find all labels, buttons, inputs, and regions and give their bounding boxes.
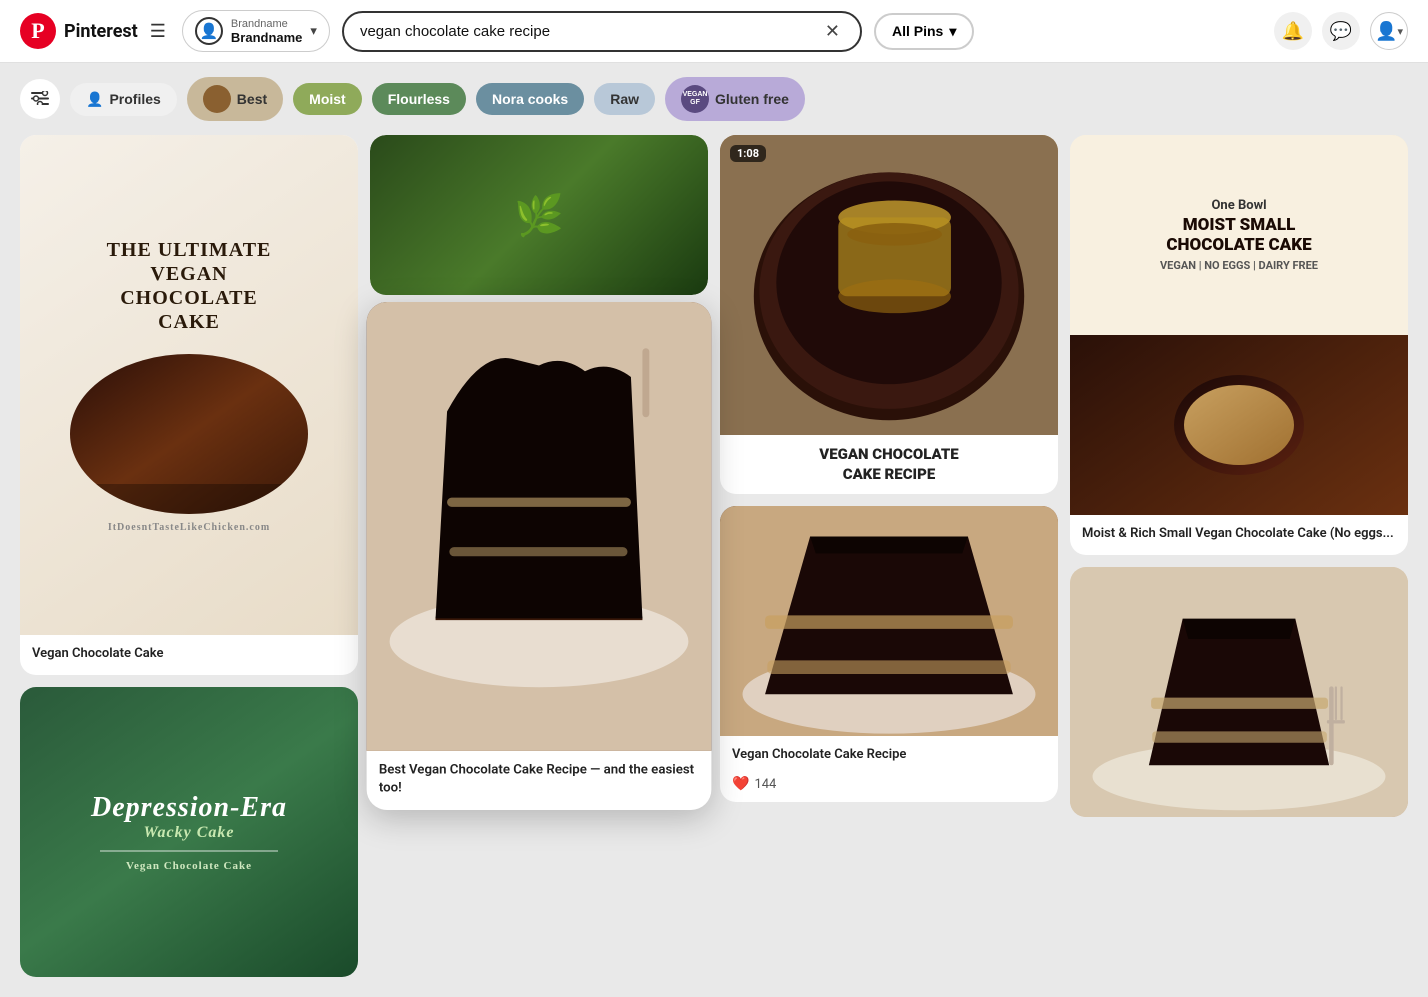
notifications-button[interactable]: 🔔 xyxy=(1274,12,1312,50)
search-input[interactable] xyxy=(360,23,825,40)
filter-bar: 👤 Profiles Best Moist Flourless Nora coo… xyxy=(0,63,1428,135)
account-icon: 👤 xyxy=(195,17,223,45)
pin-likes-6: ❤️ 144 xyxy=(720,776,1058,802)
logo-area: P Pinterest ☰ xyxy=(20,13,170,49)
pin-caption-1: Vegan Chocolate Cake xyxy=(20,635,358,675)
chevron-down-icon: ▾ xyxy=(949,23,956,40)
chip-best[interactable]: Best xyxy=(187,77,283,121)
pin-card-1[interactable]: THE ULTIMATEVEGANCHOCOLATECAKE ItDoesntT… xyxy=(20,135,358,675)
pin-card-5[interactable]: Depression-Era Wacky Cake Vegan Chocolat… xyxy=(20,687,358,977)
like-count: 144 xyxy=(754,777,776,792)
chevron-down-icon: ▾ xyxy=(310,23,317,39)
bell-icon: 🔔 xyxy=(1282,21,1304,42)
account-button[interactable]: 👤 Brandname Brandname ▾ xyxy=(182,10,330,52)
heart-icon: ❤️ xyxy=(732,776,749,792)
pins-grid: THE ULTIMATEVEGANCHOCOLATECAKE ItDoesntT… xyxy=(0,135,1428,997)
pin-caption-3: VEGAN CHOCOLATECAKE RECIPE xyxy=(720,435,1058,494)
search-bar: ✕ xyxy=(342,11,862,52)
video-time-badge: 1:08 xyxy=(730,145,766,162)
chevron-down-icon: ▾ xyxy=(1397,25,1403,38)
header-icons: 🔔 💬 👤 ▾ xyxy=(1274,12,1408,50)
pin-image-1: THE ULTIMATEVEGANCHOCOLATECAKE ItDoesntT… xyxy=(20,135,358,635)
pin-card-2[interactable]: Best Vegan Chocolate Cake Recipe — and t… xyxy=(367,302,712,810)
account-label-top: Brandname xyxy=(231,18,288,30)
pin-image-6 xyxy=(720,506,1058,736)
pin-image-7 xyxy=(1070,567,1408,817)
user-avatar-button[interactable]: 👤 ▾ xyxy=(1370,12,1408,50)
pin-card-3[interactable]: 1:08 VEGAN CHOCOLATECAKE RECIPE xyxy=(720,135,1058,494)
pin-image-4: One Bowl MOIST SMALLCHOCOLATE CAKE VEGAN… xyxy=(1070,135,1408,515)
user-icon: 👤 xyxy=(1375,21,1397,42)
pinterest-logo[interactable]: P xyxy=(20,13,56,49)
logo-text: Pinterest xyxy=(64,21,138,42)
chip-flourless[interactable]: Flourless xyxy=(372,83,466,115)
chip-profiles[interactable]: 👤 Profiles xyxy=(70,83,177,116)
pin-card-6[interactable]: Vegan Chocolate Cake Recipe ❤️ 144 xyxy=(720,506,1058,802)
account-label-bottom: Brandname xyxy=(231,30,303,45)
person-icon: 👤 xyxy=(86,91,103,108)
message-icon: 💬 xyxy=(1330,21,1352,42)
pin-image-5: Depression-Era Wacky Cake Vegan Chocolat… xyxy=(20,687,358,977)
pin-image-3: 1:08 xyxy=(720,135,1058,435)
pin-card-4[interactable]: One Bowl MOIST SMALLCHOCOLATE CAKE VEGAN… xyxy=(1070,135,1408,555)
chip-moist[interactable]: Moist xyxy=(293,83,362,115)
header: P Pinterest ☰ 👤 Brandname Brandname ▾ ✕ … xyxy=(0,0,1428,63)
pin-image-2 xyxy=(367,302,712,751)
sliders-icon xyxy=(31,90,49,109)
chip-noracooks[interactable]: Nora cooks xyxy=(476,83,584,115)
all-pins-button[interactable]: All Pins ▾ xyxy=(874,13,974,50)
pin-card-plant[interactable]: 🌿 xyxy=(370,135,708,295)
pin-caption-6: Vegan Chocolate Cake Recipe xyxy=(720,736,1058,776)
hamburger-icon[interactable]: ☰ xyxy=(146,17,170,46)
chip-raw[interactable]: Raw xyxy=(594,83,655,115)
chip-glutenfree-img: VEGANGF xyxy=(681,85,709,113)
pin-text-5: Depression-Era xyxy=(91,792,287,824)
filter-sliders-button[interactable] xyxy=(20,79,60,119)
chip-glutenfree[interactable]: VEGANGF Gluten free xyxy=(665,77,805,121)
pin-caption-2: Best Vegan Chocolate Cake Recipe — and t… xyxy=(367,751,712,811)
pin-image-plant: 🌿 xyxy=(370,135,708,295)
messages-button[interactable]: 💬 xyxy=(1322,12,1360,50)
search-clear-icon[interactable]: ✕ xyxy=(825,21,840,42)
pin-card-7[interactable] xyxy=(1070,567,1408,817)
pin-caption-4: Moist & Rich Small Vegan Chocolate Cake … xyxy=(1070,515,1408,555)
chip-best-img xyxy=(203,85,231,113)
pin-text-1: THE ULTIMATEVEGANCHOCOLATECAKE xyxy=(107,238,272,334)
